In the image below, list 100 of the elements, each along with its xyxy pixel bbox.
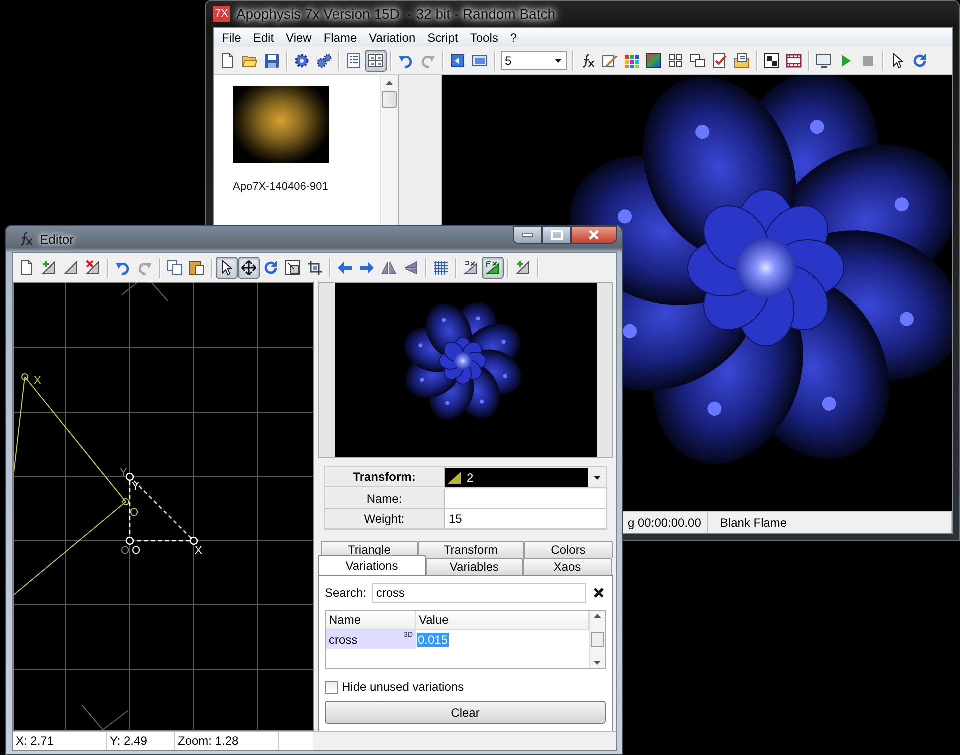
vertex-label: Y xyxy=(120,467,128,479)
scroll-down-icon[interactable] xyxy=(594,661,601,665)
menu-item[interactable]: Script xyxy=(422,30,464,44)
checkbox-label: Hide unused variations xyxy=(342,680,464,694)
menu-item[interactable]: File xyxy=(216,30,248,44)
scroll-up-icon[interactable] xyxy=(386,81,393,85)
close-icon xyxy=(589,230,599,240)
copy-icon xyxy=(167,260,183,276)
vertex-label: O xyxy=(130,507,139,519)
close-icon[interactable] xyxy=(592,586,606,600)
transform-select[interactable]: 2 xyxy=(445,468,606,488)
page-icon xyxy=(19,260,35,276)
checklist-icon xyxy=(712,52,728,68)
tab[interactable]: Transform xyxy=(418,541,524,558)
menu-item[interactable]: Edit xyxy=(247,30,280,44)
grid-icon xyxy=(668,52,684,68)
thumbnail-label: Apo7X-140406-901 xyxy=(233,181,330,193)
grid-icon xyxy=(433,260,449,276)
caret-icon xyxy=(592,474,602,482)
delete-triangle-icon xyxy=(85,260,101,276)
add-triangle-icon xyxy=(41,260,57,276)
caret-icon xyxy=(554,56,563,64)
name-input[interactable] xyxy=(445,489,606,509)
column-header[interactable]: Value xyxy=(416,611,589,630)
rotate-icon xyxy=(263,260,279,276)
function-icon xyxy=(580,52,596,68)
scale-icon xyxy=(285,260,301,276)
search-field[interactable]: cross xyxy=(372,583,586,603)
checkbox[interactable] xyxy=(325,680,338,694)
field-label: Name: xyxy=(325,489,445,509)
scroll-thumb[interactable] xyxy=(591,632,604,647)
add-triangle-icon xyxy=(515,260,531,276)
scroll-thumb[interactable] xyxy=(382,91,397,108)
triangle-edge xyxy=(122,283,168,302)
tab[interactable]: Variables xyxy=(426,558,523,575)
triangle-icon xyxy=(447,470,463,486)
vertex-label: Y xyxy=(132,481,140,493)
thumbnail-image[interactable] xyxy=(233,86,329,163)
menu-item[interactable]: Tools xyxy=(464,30,504,44)
refresh-icon xyxy=(912,52,928,68)
triangle-icon xyxy=(63,260,79,276)
triangle-edge xyxy=(82,704,128,731)
menu-item[interactable]: Variation xyxy=(363,30,422,44)
scroll-up-icon[interactable] xyxy=(594,614,601,618)
reference-triangle[interactable] xyxy=(126,472,198,546)
monitor-icon xyxy=(816,52,832,68)
toolbar-button[interactable] xyxy=(238,256,260,278)
close-button[interactable] xyxy=(571,226,617,244)
weight-input[interactable]: 15 xyxy=(445,509,606,529)
field-label: Weight: xyxy=(325,509,445,529)
tab[interactable]: Colors xyxy=(524,541,613,558)
right-arrow-icon xyxy=(359,260,375,276)
film-icon xyxy=(786,52,802,68)
gradient-icon xyxy=(646,52,662,68)
minimize-icon xyxy=(522,233,533,237)
page-icon xyxy=(220,52,236,68)
grid-icon xyxy=(368,52,384,68)
status-text: Blank Flame xyxy=(708,512,952,533)
window-title: Editor xyxy=(40,232,74,246)
window-icon xyxy=(472,52,488,68)
floppy-icon xyxy=(264,52,280,68)
vertex-label: X xyxy=(195,545,202,557)
vertex-label: O xyxy=(121,545,130,557)
gears-icon xyxy=(316,52,332,68)
color-grid-icon xyxy=(624,52,640,68)
paste-icon xyxy=(189,260,205,276)
toolbar-button[interactable] xyxy=(482,256,504,278)
left-arrow-icon xyxy=(337,260,353,276)
app-logo: 7X xyxy=(213,6,230,22)
window-title: Apophysis 7x Version 15D - 32 bit - Random Batch xyxy=(236,6,556,22)
maximize-icon xyxy=(550,230,562,240)
move-icon xyxy=(241,260,257,276)
minimize-button[interactable] xyxy=(513,226,542,244)
triangle-canvas[interactable]: X Y Y O O O X xyxy=(13,282,314,731)
flip-horizontal-icon xyxy=(381,260,397,276)
triangle-icon xyxy=(485,260,501,276)
pencil-icon xyxy=(602,52,618,68)
tab[interactable]: Xaos xyxy=(523,558,612,575)
vertex-label: X xyxy=(34,375,42,387)
zoom-dropdown[interactable]: 5 xyxy=(501,51,567,70)
status-text: X: 2.71 xyxy=(13,732,107,750)
toolbar-button[interactable] xyxy=(365,50,387,72)
function-icon xyxy=(18,231,34,247)
document-icon xyxy=(734,52,750,68)
menu-item[interactable]: ? xyxy=(504,30,524,44)
list-icon xyxy=(346,52,362,68)
scrollbar[interactable] xyxy=(589,611,605,668)
gear-icon xyxy=(294,52,310,68)
column-header[interactable]: Name xyxy=(326,611,416,630)
vertex-label: O xyxy=(132,545,141,557)
maximize-button[interactable] xyxy=(542,226,571,244)
tab[interactable]: Variations xyxy=(318,555,426,575)
flip-vertical-icon xyxy=(403,260,419,276)
windows-icon xyxy=(690,52,706,68)
menu-item[interactable]: View xyxy=(280,30,318,44)
search-label: Search: xyxy=(325,586,366,600)
clear-button[interactable]: Clear xyxy=(325,701,606,724)
toolbar-button[interactable] xyxy=(216,256,238,278)
triangle-icon xyxy=(463,260,479,276)
menu-item[interactable]: Flame xyxy=(318,30,364,44)
